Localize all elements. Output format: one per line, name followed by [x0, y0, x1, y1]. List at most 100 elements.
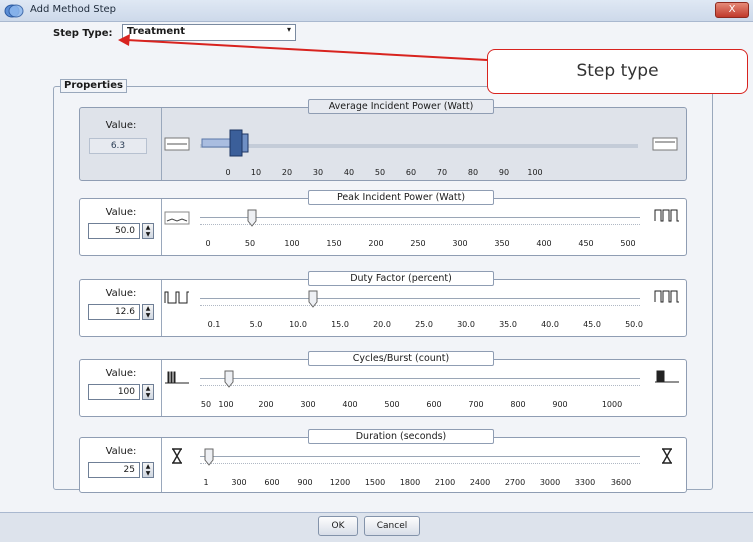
window-title: Add Method Step — [30, 4, 116, 15]
tick-label: 300 — [452, 239, 468, 248]
peak-power-input[interactable]: 50.0 — [88, 223, 140, 239]
value-label: Value: — [105, 120, 137, 131]
tick-label: 0 — [225, 168, 231, 177]
tick-label: 300 — [300, 400, 316, 409]
duty-high-icon — [654, 290, 679, 303]
power-high-icon — [652, 137, 678, 151]
tick-label: 600 — [264, 478, 280, 487]
tick-label: 700 — [468, 400, 484, 409]
tick-label: 2700 — [504, 478, 526, 487]
slider-track — [200, 144, 638, 148]
tick-label: 20.0 — [373, 320, 391, 329]
title-bar: Add Method Step X — [0, 0, 753, 22]
slider-track — [200, 378, 640, 379]
value-label: Value: — [105, 368, 137, 379]
tick-label: 45.0 — [583, 320, 601, 329]
duration-panel: Duration (seconds) Value: 25 ▲ ▼ 1 300 60… — [79, 429, 687, 493]
duty-factor-spinner[interactable]: ▲ ▼ — [142, 304, 154, 320]
cycles-burst-panel: Cycles/Burst (count) Value: 100 ▲ ▼ 50 10… — [79, 351, 687, 417]
tick-label: 100 — [284, 239, 300, 248]
tick-label: 900 — [552, 400, 568, 409]
tick-label: 1800 — [399, 478, 421, 487]
tick-label: 1 — [203, 478, 209, 487]
tick-label: 200 — [258, 400, 274, 409]
tick-label: 600 — [426, 400, 442, 409]
peak-high-icon — [654, 209, 679, 222]
tick-label: 25.0 — [415, 320, 433, 329]
tick-label: 350 — [494, 239, 510, 248]
value-label: Value: — [105, 207, 137, 218]
tick-label: 15.0 — [331, 320, 349, 329]
tick-label: 3000 — [539, 478, 561, 487]
tick-label: 20 — [281, 168, 293, 177]
tick-label: 40.0 — [541, 320, 559, 329]
cycles-burst-input[interactable]: 100 — [88, 384, 140, 400]
tick-label: 300 — [231, 478, 247, 487]
panel-title: Peak Incident Power (Watt) — [308, 190, 494, 205]
tick-label: 10 — [250, 168, 262, 177]
tick-label: 100 — [527, 168, 543, 177]
slider-thumb[interactable] — [246, 209, 258, 227]
tick-label: 400 — [342, 400, 358, 409]
cycles-low-icon — [165, 371, 189, 384]
tick-label: 5.0 — [249, 320, 263, 329]
average-power-value: 6.3 — [89, 138, 147, 154]
slider-thumb — [201, 129, 249, 157]
cycles-burst-spinner[interactable]: ▲ ▼ — [142, 384, 154, 400]
cycles-high-icon — [655, 370, 679, 383]
cancel-button[interactable]: Cancel — [364, 516, 420, 536]
tick-labels: 0.1 5.0 10.0 15.0 20.0 25.0 30.0 35.0 40… — [80, 320, 688, 332]
duration-spinner[interactable]: ▲ ▼ — [142, 462, 154, 478]
tick-label: 450 — [578, 239, 594, 248]
tick-label: 900 — [297, 478, 313, 487]
ok-button[interactable]: OK — [318, 516, 358, 536]
panel-title: Duration (seconds) — [308, 429, 494, 444]
slider-thumb[interactable] — [223, 370, 235, 388]
slider-track — [200, 298, 640, 299]
peak-low-icon — [164, 211, 190, 225]
duration-input[interactable]: 25 — [88, 462, 140, 478]
step-type-dropdown[interactable]: Treatment ▾ — [122, 24, 296, 41]
tick-label: 0 — [205, 239, 211, 248]
panel-title: Cycles/Burst (count) — [308, 351, 494, 366]
tick-label: 3300 — [574, 478, 596, 487]
tick-label: 50 — [244, 239, 256, 248]
value-label: Value: — [105, 446, 137, 457]
slider-track — [200, 217, 640, 218]
tick-label: 150 — [326, 239, 342, 248]
tick-label: 80 — [467, 168, 479, 177]
slider-thumb[interactable] — [203, 448, 215, 466]
duty-factor-panel: Duty Factor (percent) Value: 12.6 ▲ ▼ 0.1… — [79, 271, 688, 337]
tick-label: 50 — [374, 168, 386, 177]
slider-track — [200, 456, 640, 457]
duty-factor-input[interactable]: 12.6 — [88, 304, 140, 320]
tick-label: 30.0 — [457, 320, 475, 329]
tick-label: 500 — [620, 239, 636, 248]
tick-label: 0.1 — [207, 320, 221, 329]
panel-title: Duty Factor (percent) — [308, 271, 494, 286]
tick-label: 2100 — [434, 478, 456, 487]
slider-ticks — [200, 305, 640, 306]
step-type-label: Step Type: — [53, 28, 113, 39]
peak-incident-power-panel: Peak Incident Power (Watt) Value: 50.0 ▲… — [79, 190, 687, 256]
properties-label: Properties — [60, 79, 127, 93]
step-type-value: Treatment — [127, 26, 186, 37]
tick-label: 50.0 — [625, 320, 643, 329]
tick-label: 1200 — [329, 478, 351, 487]
tick-label: 500 — [384, 400, 400, 409]
tick-label: 10.0 — [289, 320, 307, 329]
slider-thumb[interactable] — [307, 290, 319, 308]
tick-label: 35.0 — [499, 320, 517, 329]
tick-label: 400 — [536, 239, 552, 248]
step-type-callout: Step type — [487, 49, 748, 94]
tick-label: 40 — [343, 168, 355, 177]
tick-label: 200 — [368, 239, 384, 248]
hourglass-icon — [172, 448, 182, 464]
value-label: Value: — [105, 288, 137, 299]
tick-label: 1500 — [364, 478, 386, 487]
peak-power-spinner[interactable]: ▲ ▼ — [142, 223, 154, 239]
tick-label: 50 — [200, 400, 212, 409]
average-incident-power-panel: Average Incident Power (Watt) Value: 6.3… — [79, 99, 687, 181]
tick-label: 30 — [312, 168, 324, 177]
close-button[interactable]: X — [715, 2, 749, 18]
